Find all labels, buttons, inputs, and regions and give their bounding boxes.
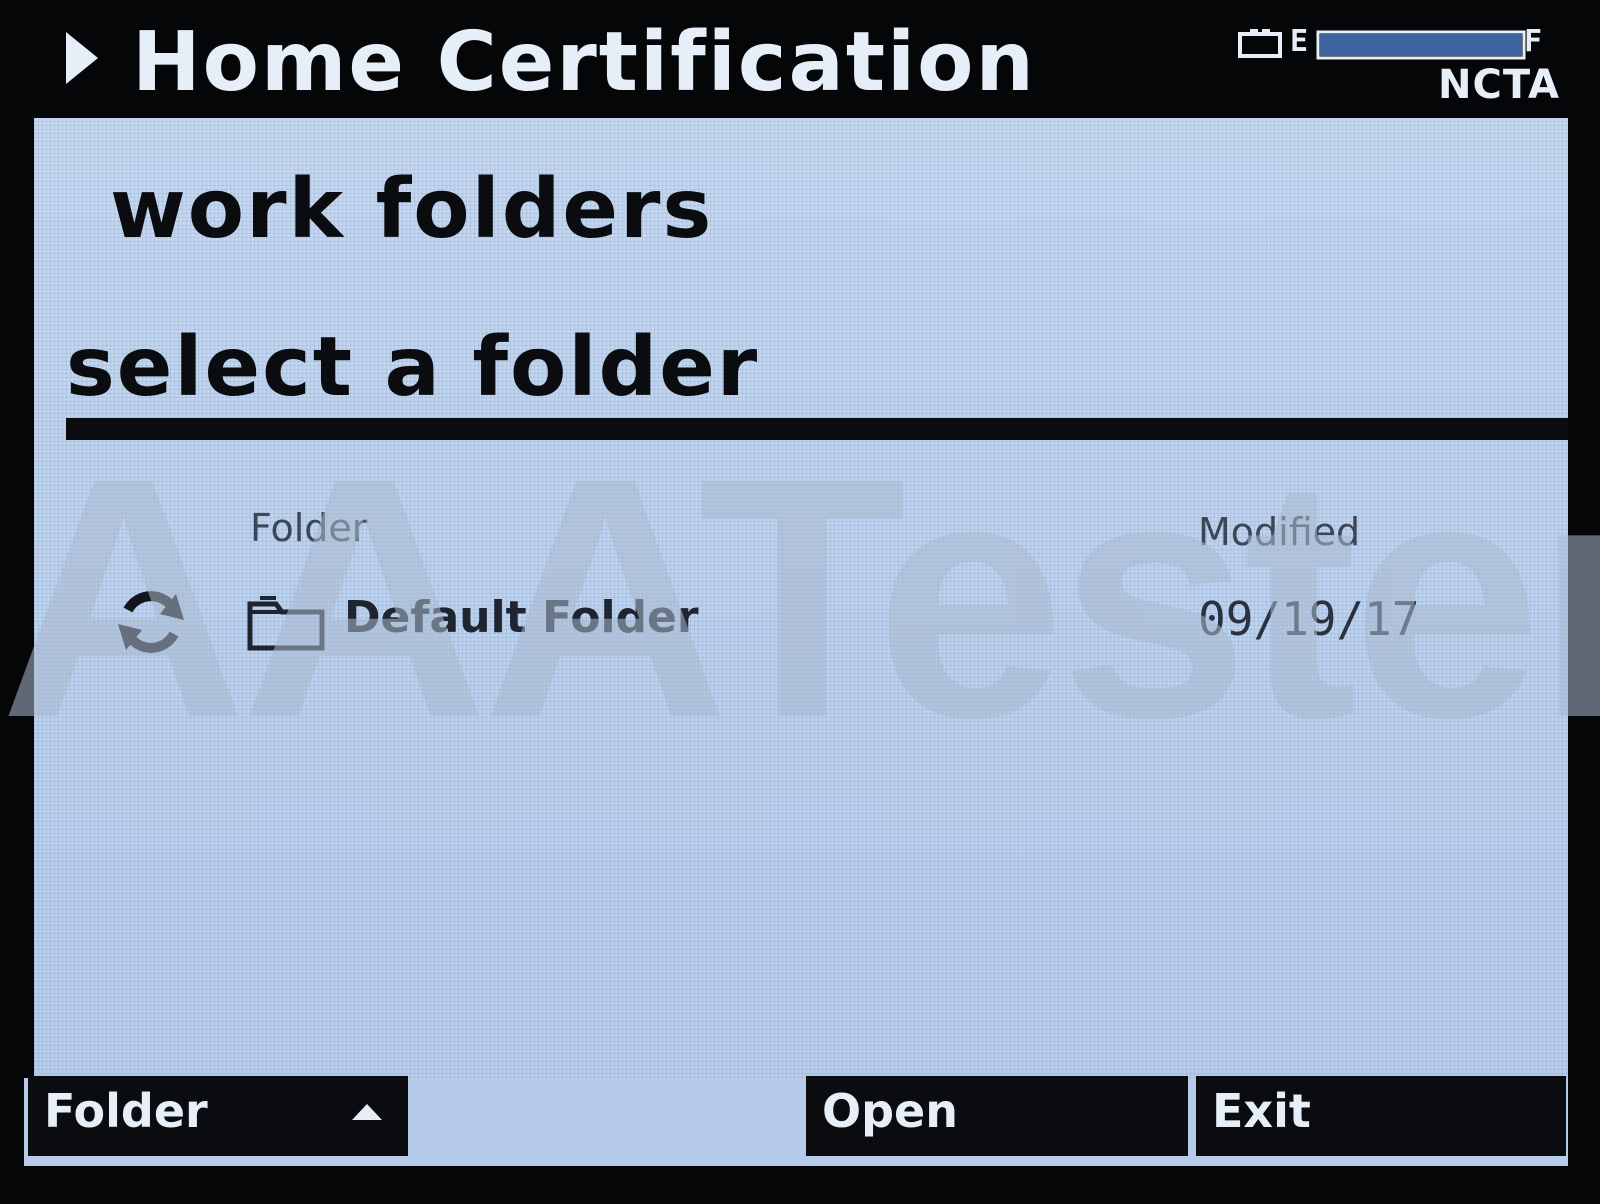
exit-softkey[interactable]: Exit	[1196, 1076, 1566, 1156]
select-prompt: select a folder	[66, 320, 760, 415]
battery-empty-label: E	[1290, 24, 1309, 59]
device-screen: Home Certification E F NCTA work folders…	[0, 0, 1600, 1204]
column-header-folder: Folder	[250, 506, 368, 550]
open-softkey-label: Open	[822, 1084, 958, 1138]
exit-softkey-label: Exit	[1212, 1084, 1311, 1138]
folder-modified: 09/19/17	[1198, 592, 1420, 646]
app-title: Home Certification	[132, 15, 1036, 110]
folder-icon	[247, 596, 325, 651]
folder-softkey-label: Folder	[44, 1084, 208, 1138]
column-header-modified: Modified	[1198, 510, 1361, 554]
play-icon	[66, 32, 98, 84]
divider	[66, 418, 1568, 440]
up-arrow-icon	[352, 1104, 382, 1120]
sync-icon	[118, 591, 184, 653]
open-softkey[interactable]: Open	[806, 1076, 1188, 1156]
folder-name: Default Folder	[344, 592, 699, 643]
battery-full-label: F	[1524, 24, 1543, 59]
standard-label: NCTA	[1438, 62, 1560, 108]
folder-softkey[interactable]: Folder	[28, 1076, 408, 1156]
battery-icon	[1238, 29, 1526, 60]
table-row[interactable]: Default Folder 09/19/17	[110, 570, 1540, 670]
panel-title: work folders	[110, 162, 714, 257]
bottom-strip	[24, 1156, 1568, 1166]
